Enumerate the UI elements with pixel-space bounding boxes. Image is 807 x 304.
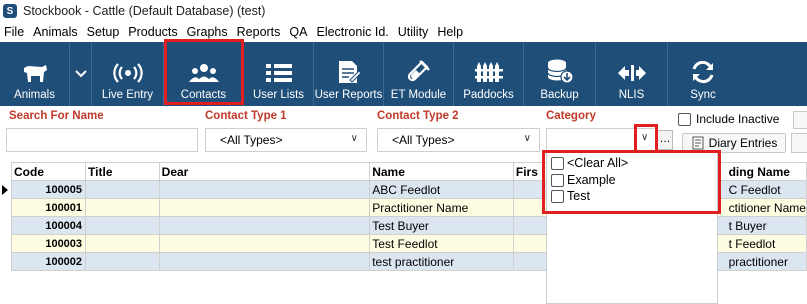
menu-graphs[interactable]: Graphs — [187, 25, 228, 39]
cell-code[interactable]: 100005 — [10, 180, 87, 199]
contact-type-1-label: Contact Type 1 — [205, 110, 287, 122]
cell-dear[interactable] — [158, 198, 371, 217]
cell-code[interactable]: 100004 — [10, 216, 87, 235]
user-lists-button[interactable]: User Lists — [244, 42, 314, 106]
cell-name[interactable]: Test Buyer — [369, 216, 514, 235]
backup-button[interactable]: Backup — [524, 42, 596, 106]
chevron-down-icon: ∨ — [523, 133, 531, 144]
category-chevron-highlight-box — [634, 124, 658, 153]
cell-name[interactable]: Test Feedlot — [369, 234, 514, 253]
sync-label: Sync — [690, 89, 716, 101]
live-entry-button[interactable]: Live Entry — [92, 42, 164, 106]
chevron-down-icon — [74, 70, 87, 78]
category-label: Category — [546, 110, 596, 122]
animals-label: Animals — [14, 89, 55, 101]
sync-icon — [692, 60, 714, 84]
menu-setup[interactable]: Setup — [87, 25, 120, 39]
cell-name[interactable]: test practitioner — [369, 252, 514, 271]
report-icon — [338, 61, 362, 83]
cell-title[interactable] — [85, 234, 160, 253]
cow-icon — [23, 65, 47, 82]
nlis-button[interactable]: NLIS — [596, 42, 668, 106]
edge-button-bottom[interactable] — [791, 133, 807, 153]
contact-type-1-select[interactable]: <All Types> ∨ — [205, 128, 367, 152]
title-bar: S Stockbook - Cattle (Default Database) … — [0, 0, 807, 22]
cell-first[interactable] — [512, 216, 549, 235]
test-tube-icon — [407, 60, 430, 82]
menu-qa[interactable]: QA — [289, 25, 307, 39]
nlis-label: NLIS — [618, 89, 645, 101]
nlis-transfer-icon — [617, 65, 646, 81]
contact-type-2-label: Contact Type 2 — [377, 110, 459, 122]
et-module-button[interactable]: ET Module — [384, 42, 454, 106]
cell-dear[interactable] — [158, 180, 371, 199]
col-code[interactable]: Code — [10, 162, 87, 181]
current-row-pointer-icon — [2, 185, 8, 195]
menu-products[interactable]: Products — [128, 25, 177, 39]
cell-dear[interactable] — [158, 234, 371, 253]
backup-label: Backup — [540, 89, 579, 101]
paddocks-button[interactable]: Paddocks — [454, 42, 524, 106]
window-title: Stockbook - Cattle (Default Database) (t… — [23, 4, 266, 18]
chevron-down-icon: ∨ — [350, 133, 358, 144]
contact-type-1-value: <All Types> — [220, 133, 283, 147]
menu-electronic-id[interactable]: Electronic Id. — [316, 25, 388, 39]
cell-title[interactable] — [85, 198, 160, 217]
sync-button[interactable]: Sync — [668, 42, 738, 106]
user-reports-button[interactable]: User Reports — [314, 42, 384, 106]
diary-icon — [692, 136, 704, 150]
cell-code[interactable]: 100001 — [10, 198, 87, 217]
contact-type-2-value: <All Types> — [392, 133, 455, 147]
database-backup-icon — [546, 59, 574, 84]
cell-code[interactable]: 100003 — [10, 234, 87, 253]
col-name[interactable]: Name — [369, 162, 514, 181]
list-icon — [265, 64, 292, 82]
menu-utility[interactable]: Utility — [398, 25, 429, 39]
dropdown-options-highlight-box — [542, 150, 721, 214]
search-name-input[interactable] — [6, 128, 198, 152]
stockbook-app-icon: S — [3, 4, 17, 18]
checkbox-icon — [678, 112, 691, 126]
category-ellipsis-button[interactable]: … — [657, 130, 673, 150]
user-lists-label: User Lists — [252, 89, 305, 101]
broadcast-icon — [112, 63, 143, 83]
menu-bar: File Animals Setup Products Graphs Repor… — [0, 22, 807, 42]
contact-type-2-select[interactable]: <All Types> ∨ — [377, 128, 540, 152]
include-inactive-label: Include Inactive — [696, 112, 780, 126]
animals-dropdown[interactable] — [70, 42, 92, 106]
col-title[interactable]: Title — [85, 162, 160, 181]
paddocks-label: Paddocks — [463, 89, 514, 101]
live-entry-label: Live Entry — [101, 89, 154, 101]
cell-dear[interactable] — [158, 252, 371, 271]
cell-name[interactable]: Practitioner Name — [369, 198, 514, 217]
menu-file[interactable]: File — [4, 25, 24, 39]
cell-first[interactable] — [512, 234, 549, 253]
cell-name[interactable]: ABC Feedlot — [369, 180, 514, 199]
search-name-label: Search For Name — [9, 110, 104, 122]
diary-entries-label: Diary Entries — [708, 136, 778, 150]
cell-title[interactable] — [85, 216, 160, 235]
contacts-highlight-box — [164, 39, 244, 105]
cell-code[interactable]: 100002 — [10, 252, 87, 271]
col-dear[interactable]: Dear — [158, 162, 371, 181]
menu-reports[interactable]: Reports — [237, 25, 281, 39]
main-toolbar: Animals Live Entry Contacts User Lists U… — [0, 42, 807, 106]
edge-button-top[interactable] — [793, 111, 807, 129]
cell-title[interactable] — [85, 252, 160, 271]
menu-help[interactable]: Help — [437, 25, 463, 39]
include-inactive-checkbox[interactable]: Include Inactive — [678, 112, 779, 126]
animals-button[interactable]: Animals — [0, 42, 70, 106]
et-module-label: ET Module — [390, 89, 447, 101]
cell-dear[interactable] — [158, 216, 371, 235]
menu-animals[interactable]: Animals — [33, 25, 77, 39]
fence-icon — [474, 62, 503, 82]
cell-first[interactable] — [512, 252, 549, 271]
cell-title[interactable] — [85, 180, 160, 199]
user-reports-label: User Reports — [314, 89, 383, 101]
